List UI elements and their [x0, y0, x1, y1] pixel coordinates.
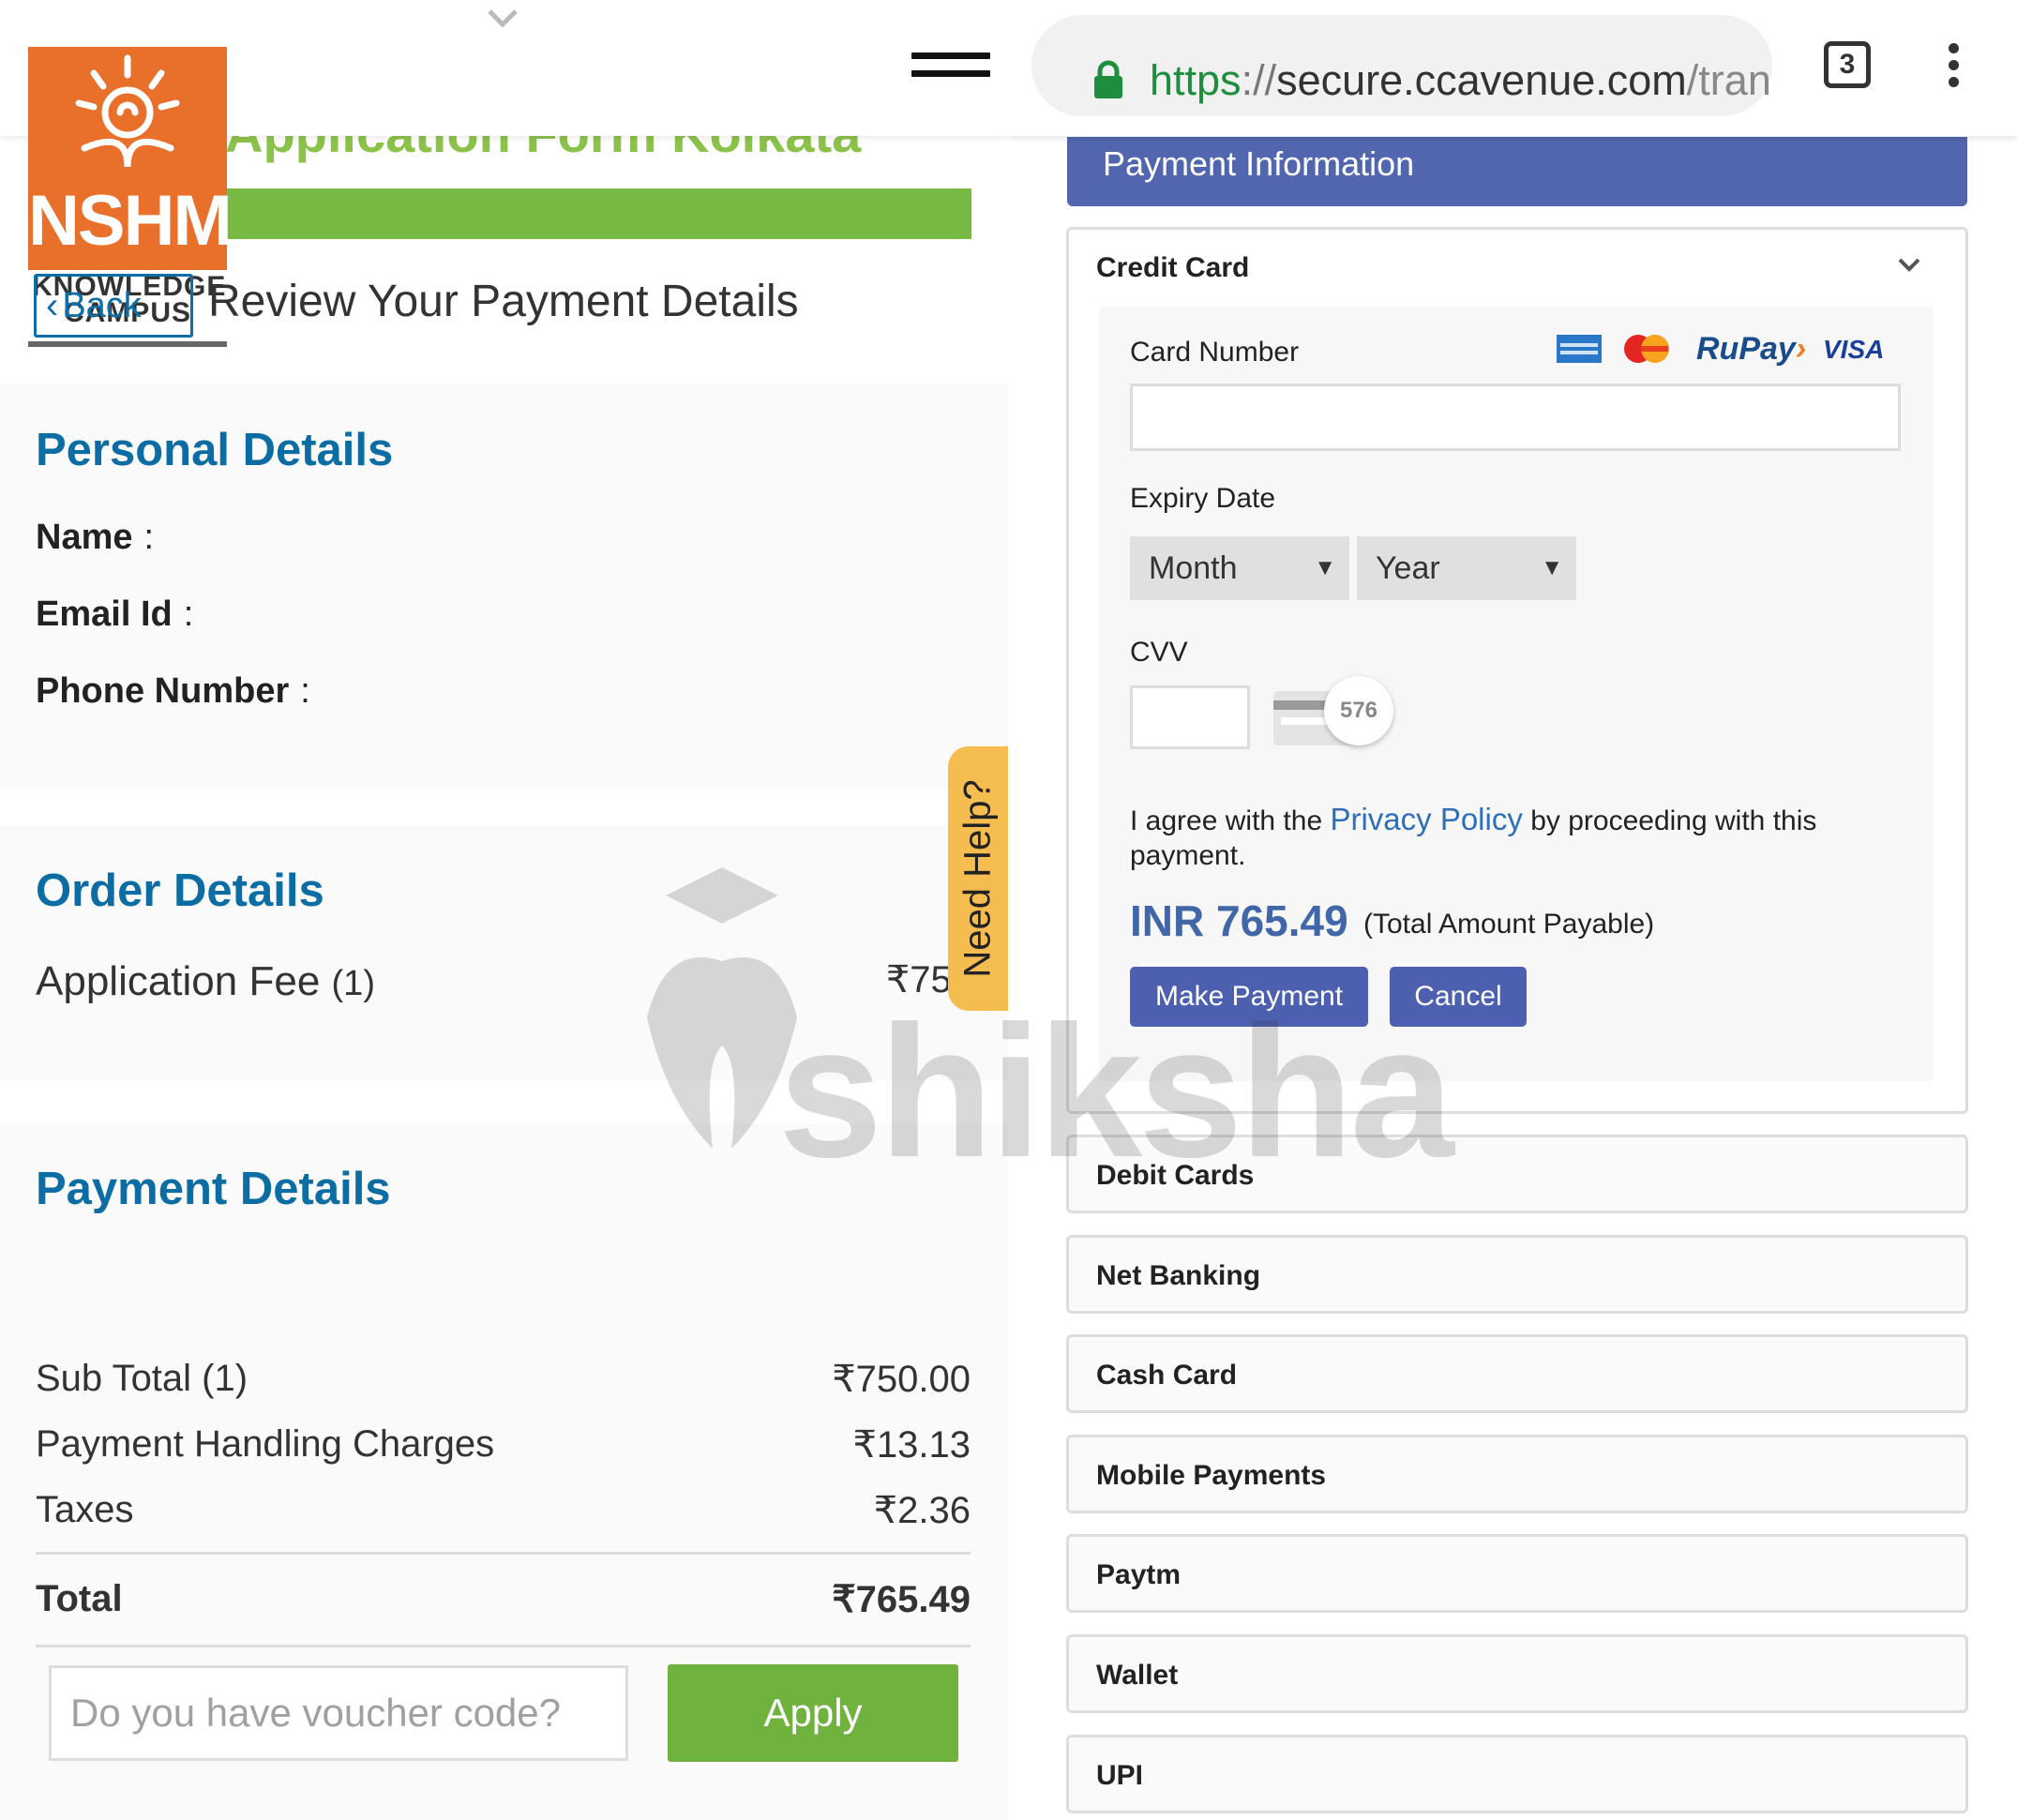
mastercard-logo-icon [1624, 335, 1669, 363]
month-value: Month [1149, 550, 1238, 586]
phone-row: Phone Number: [36, 671, 310, 712]
divider [36, 1552, 971, 1555]
cvv-hint-card-icon: 576 [1273, 672, 1395, 759]
total-value: ₹765.49 [832, 1579, 971, 1620]
personal-details-section: Personal Details Name: Email Id: Phone N… [0, 384, 1008, 790]
payment-method-upi[interactable]: UPI [1066, 1735, 1968, 1813]
dropdown-arrow-icon: ▼ [1314, 555, 1336, 580]
personal-details-title: Personal Details [36, 425, 394, 475]
hamburger-menu-icon[interactable] [911, 53, 990, 84]
email-row: Email Id: [36, 594, 193, 635]
logo-box: NSHM [28, 47, 233, 270]
back-label: Back [62, 285, 142, 325]
apply-voucher-button[interactable]: Apply [668, 1664, 958, 1762]
need-help-label: Need Help? [956, 779, 999, 978]
card-number-label: Card Number [1130, 337, 1300, 368]
lock-icon [1094, 60, 1122, 98]
ccavenue-payment-panel: https://secure.ccavenue.com/tran 3 Payme… [1008, 0, 2017, 1820]
divider [36, 1645, 971, 1647]
payment-method-cash-card[interactable]: Cash Card [1066, 1334, 1968, 1413]
colon: : [183, 594, 194, 634]
year-value: Year [1376, 550, 1440, 586]
privacy-policy-link[interactable]: Privacy Policy [1330, 802, 1522, 836]
application-fee-label: Application Fee [36, 958, 321, 1004]
rupay-arrow-icon: › [1795, 331, 1807, 367]
taxes-value: ₹2.36 [873, 1490, 971, 1531]
visa-logo: VISA [1823, 335, 1885, 364]
payment-information-header: Payment Information [1067, 137, 1967, 206]
total-amount-note: (Total Amount Payable) [1363, 909, 1655, 940]
order-details-title: Order Details [36, 865, 324, 916]
tab-switcher-button[interactable]: 3 [1824, 41, 1871, 88]
phone-label: Phone Number [36, 671, 290, 711]
payment-method-label: Paytm [1096, 1559, 1182, 1590]
rupay-logo: RuPay› [1696, 331, 1806, 368]
expiry-month-select[interactable]: Month ▼ [1130, 536, 1349, 600]
dropdown-arrow-icon: ▼ [1541, 555, 1563, 580]
make-payment-button[interactable]: Make Payment [1130, 967, 1368, 1027]
url-text: https://secure.ccavenue.com/tran [1150, 56, 1771, 105]
credit-card-form: Card Number RuPay› VISA Expiry Date Mont… [1099, 307, 1934, 1081]
payment-method-wallet[interactable]: Wallet [1066, 1634, 1968, 1713]
credit-card-title[interactable]: Credit Card [1096, 252, 1249, 284]
name-row: Name: [36, 518, 154, 558]
payment-method-debit-cards[interactable]: Debit Cards [1066, 1135, 1968, 1213]
browser-toolbar: https://secure.ccavenue.com/tran 3 [1008, 0, 2017, 136]
handling-charges-label: Payment Handling Charges [36, 1423, 495, 1465]
payment-method-net-banking[interactable]: Net Banking [1066, 1235, 1968, 1314]
payment-method-label: Mobile Payments [1096, 1460, 1327, 1491]
more-options-icon[interactable] [1946, 43, 1961, 90]
expiry-date-label: Expiry Date [1130, 483, 1276, 514]
payment-method-label: Net Banking [1096, 1260, 1261, 1291]
agree-prefix: I agree with the [1130, 805, 1323, 836]
application-fee-qty: (1) [331, 964, 375, 1003]
app-review-panel: Application Form Kolkata [0, 0, 1008, 1820]
url-scheme: https [1150, 56, 1242, 104]
chevron-down-icon[interactable] [1896, 255, 1922, 276]
logo-underline [28, 341, 227, 347]
colon: : [143, 518, 155, 557]
expiry-year-select[interactable]: Year ▼ [1357, 536, 1576, 600]
name-label: Name [36, 518, 133, 557]
total-amount: INR 765.49 [1130, 896, 1348, 945]
page-title: Review Your Payment Details [208, 277, 799, 326]
need-help-tab[interactable]: Need Help? [948, 746, 1008, 1011]
handling-charges-value: ₹13.13 [852, 1424, 971, 1466]
cvv-input[interactable] [1130, 685, 1250, 749]
order-details-section: Order Details Application Fee (1) ₹750 [0, 825, 1008, 1080]
colon: : [300, 671, 310, 711]
sun-emblem-icon [75, 54, 180, 168]
address-bar[interactable]: https://secure.ccavenue.com/tran [1031, 15, 1772, 116]
url-host: secure.ccavenue.com [1276, 56, 1687, 104]
url-separator: :// [1241, 56, 1277, 104]
email-label: Email Id [36, 594, 173, 634]
payment-method-label: Cash Card [1096, 1360, 1238, 1391]
application-fee-row: Application Fee (1) [36, 958, 375, 1005]
payment-method-label: UPI [1096, 1760, 1144, 1791]
payment-method-paytm[interactable]: Paytm [1066, 1534, 1968, 1613]
subtotal-label: Sub Total (1) [36, 1358, 248, 1399]
chevron-down-icon[interactable] [486, 6, 519, 30]
payment-method-label: Wallet [1096, 1660, 1179, 1691]
back-button[interactable]: ‹ Back [34, 274, 193, 338]
amex-logo-icon [1557, 335, 1602, 363]
cancel-button[interactable]: Cancel [1390, 967, 1527, 1027]
subtotal-value: ₹750.00 [832, 1359, 971, 1400]
privacy-agreement-text: I agree with the Privacy Policy by proce… [1130, 802, 1880, 873]
chevron-left-icon: ‹ [46, 284, 59, 326]
total-label: Total [36, 1578, 123, 1619]
logo-wordmark: NSHM [28, 181, 233, 261]
voucher-code-input[interactable] [49, 1665, 628, 1761]
payment-method-label: Debit Cards [1096, 1160, 1255, 1191]
rupay-text: RuPay [1696, 331, 1796, 367]
cvv-label: CVV [1130, 637, 1188, 668]
payment-method-mobile-payments[interactable]: Mobile Payments [1066, 1435, 1968, 1513]
card-number-input[interactable] [1130, 384, 1901, 451]
url-path: /tran [1686, 56, 1771, 104]
taxes-label: Taxes [36, 1489, 134, 1530]
credit-card-panel: Credit Card Card Number RuPay› VISA Expi… [1066, 227, 1968, 1114]
cvv-hint-number: 576 [1324, 676, 1393, 745]
progress-bar [225, 188, 971, 239]
payment-details-title: Payment Details [36, 1164, 391, 1214]
